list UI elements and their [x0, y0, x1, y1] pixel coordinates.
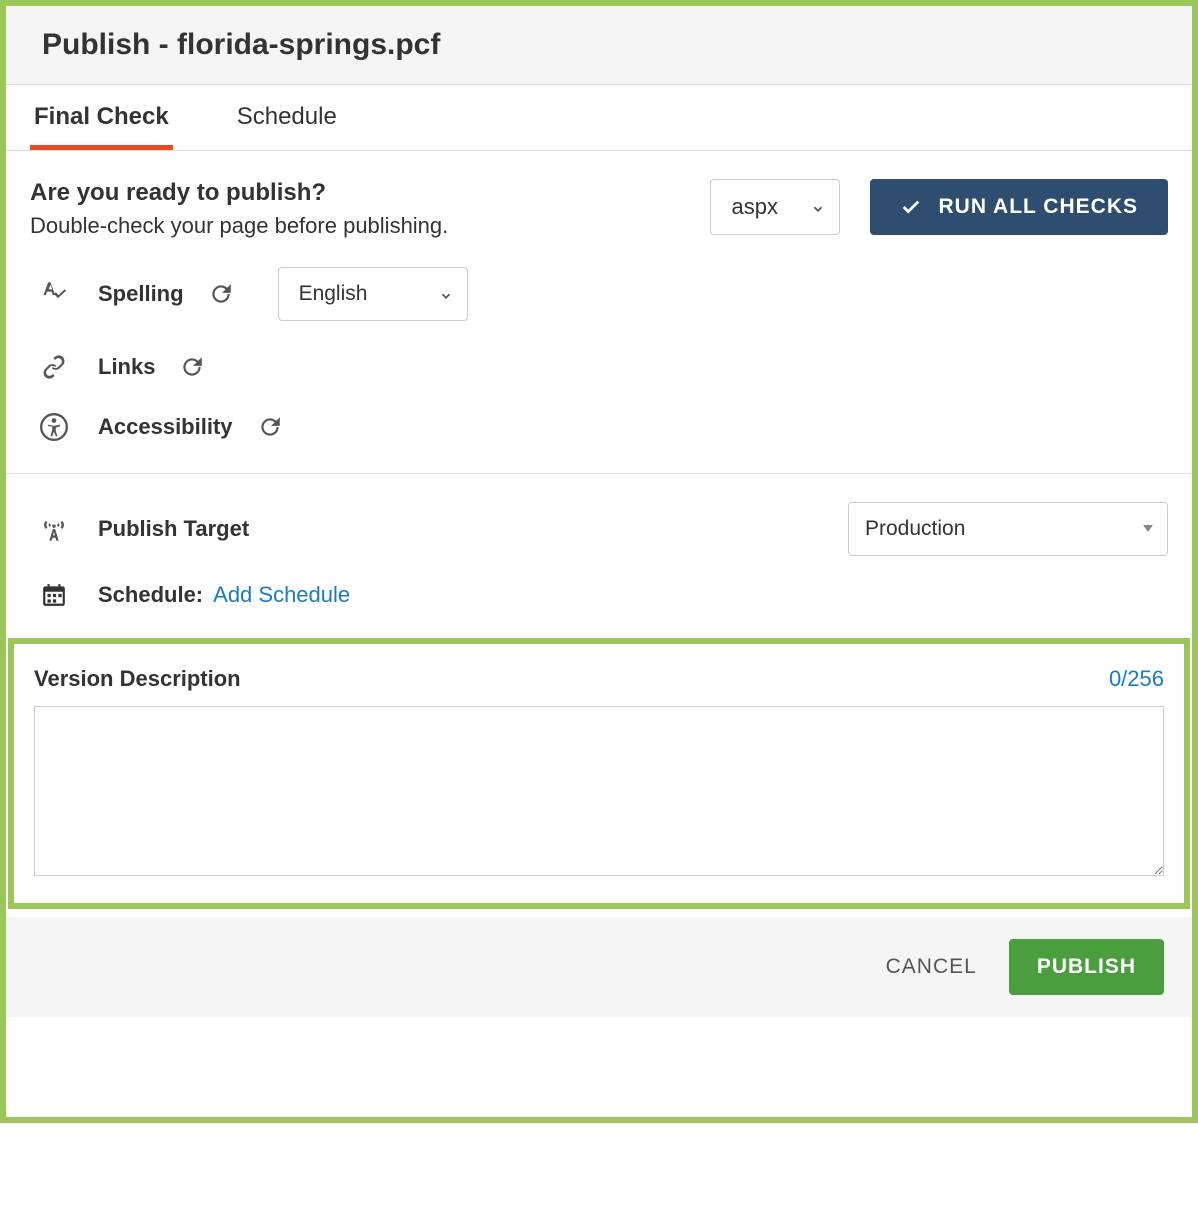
tab-schedule[interactable]: Schedule — [233, 85, 341, 150]
char-count: 0/256 — [1109, 666, 1164, 692]
refresh-icon[interactable] — [208, 281, 234, 307]
accessibility-label: Accessibility — [98, 414, 233, 440]
chevron-down-icon — [811, 202, 825, 216]
check-icon — [900, 196, 922, 218]
accessibility-row: Accessibility — [30, 413, 1168, 441]
publish-button[interactable]: PUBLISH — [1009, 939, 1164, 995]
run-all-checks-label: RUN ALL CHECKS — [938, 195, 1138, 219]
chevron-down-icon — [439, 289, 453, 303]
tab-final-check[interactable]: Final Check — [30, 85, 173, 150]
refresh-icon[interactable] — [179, 354, 205, 380]
dialog-body: Are you ready to publish? Double-check y… — [6, 151, 1192, 917]
dialog-tabs: Final Check Schedule — [6, 85, 1192, 151]
ready-row: Are you ready to publish? Double-check y… — [30, 179, 1168, 239]
accessibility-icon — [34, 413, 74, 441]
extension-select[interactable]: aspx — [710, 179, 840, 235]
spellcheck-icon — [34, 280, 74, 308]
dialog-title: Publish - florida-springs.pcf — [42, 28, 1156, 62]
extension-value: aspx — [731, 194, 777, 220]
spelling-label: Spelling — [98, 281, 184, 307]
empty-space — [6, 1017, 1192, 1117]
publish-dialog: Publish - florida-springs.pcf Final Chec… — [0, 0, 1198, 1123]
links-row: Links — [30, 353, 1168, 381]
version-description-frame: Version Description 0/256 — [8, 638, 1190, 909]
schedule-label: Schedule: — [98, 582, 203, 608]
publish-target-select[interactable]: Production — [848, 502, 1168, 556]
version-description-header: Version Description 0/256 — [34, 666, 1164, 692]
calendar-icon — [34, 582, 74, 608]
triangle-down-icon — [1143, 525, 1153, 532]
version-description-input[interactable] — [34, 706, 1164, 876]
publish-target-row: Publish Target Production — [30, 502, 1168, 556]
publish-target-value: Production — [865, 517, 965, 541]
schedule-row: Schedule: Add Schedule — [30, 582, 1168, 608]
antenna-icon — [34, 515, 74, 543]
publish-target-left: Publish Target — [34, 515, 249, 543]
dialog-header: Publish - florida-springs.pcf — [6, 6, 1192, 85]
ready-heading: Are you ready to publish? — [30, 179, 680, 207]
dialog-footer: CANCEL PUBLISH — [6, 917, 1192, 1017]
language-value: English — [299, 282, 368, 306]
spelling-row: Spelling English — [30, 267, 1168, 321]
divider — [6, 473, 1192, 474]
cancel-button[interactable]: CANCEL — [886, 955, 977, 979]
links-label: Links — [98, 354, 155, 380]
ready-text: Are you ready to publish? Double-check y… — [30, 179, 680, 239]
run-all-checks-button[interactable]: RUN ALL CHECKS — [870, 179, 1168, 235]
ready-subtext: Double-check your page before publishing… — [30, 213, 680, 239]
publish-target-label: Publish Target — [98, 516, 249, 542]
link-icon — [34, 353, 74, 381]
refresh-icon[interactable] — [257, 414, 283, 440]
version-description-label: Version Description — [34, 666, 241, 692]
language-select[interactable]: English — [278, 267, 468, 321]
add-schedule-link[interactable]: Add Schedule — [213, 582, 350, 608]
